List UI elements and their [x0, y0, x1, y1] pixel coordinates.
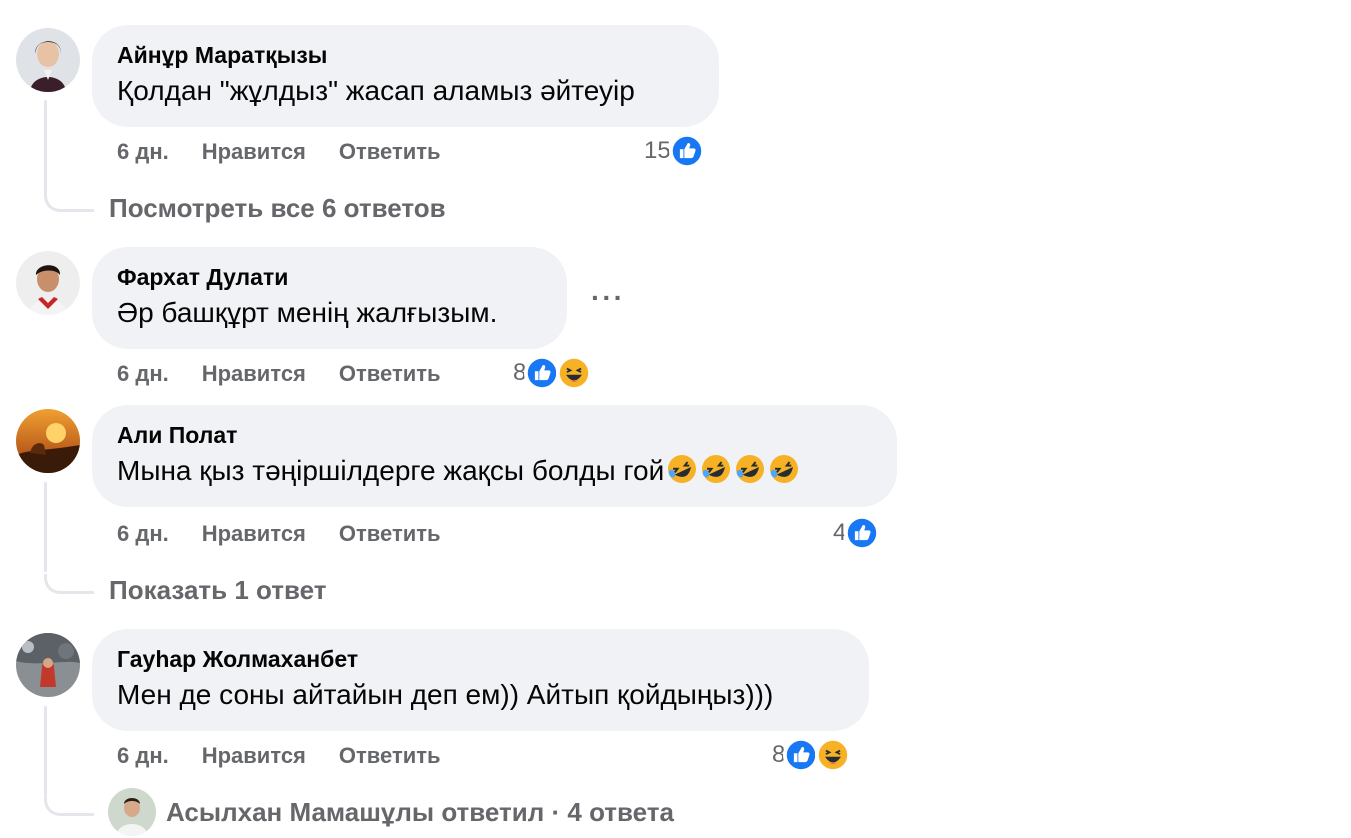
- like-button[interactable]: Нравится: [202, 742, 306, 770]
- rofl-icon: [700, 453, 732, 485]
- comment-bubble: Айнұр Маратқызы Қолдан "жұлдыз" жасап ал…: [92, 25, 719, 127]
- view-replies-link[interactable]: Асылхан Мамашұлы ответил · 4 ответа: [166, 796, 674, 828]
- like-button[interactable]: Нравится: [202, 360, 306, 388]
- reply-button[interactable]: Ответить: [339, 520, 441, 548]
- reactions-summary[interactable]: 8: [513, 355, 593, 391]
- comment-text: Мен де соны айтайын деп ем)) Айтып қойды…: [117, 679, 774, 710]
- thread-connector: [44, 574, 94, 594]
- comment-time[interactable]: 6 дн.: [117, 742, 169, 770]
- reactions-summary[interactable]: 4: [833, 515, 881, 551]
- comment-time[interactable]: 6 дн.: [117, 138, 169, 166]
- thread-line: [44, 482, 47, 572]
- reply-button[interactable]: Ответить: [339, 742, 441, 770]
- comment-text: Мына қыз тәңіршілдерге жақсы болды гой: [117, 451, 871, 491]
- comment-actions: 6 дн. Нравится Ответить: [117, 360, 474, 388]
- comment-author[interactable]: Гауһар Жолмаханбет: [117, 645, 843, 673]
- reactions-summary[interactable]: 8: [772, 737, 852, 773]
- reply-button[interactable]: Ответить: [339, 138, 441, 166]
- like-reaction-icon: [668, 133, 705, 169]
- avatar[interactable]: [16, 28, 80, 92]
- comment-bubble: Фархат Дулати Әр башқұрт менің жалғызым.: [92, 247, 567, 349]
- view-replies-link[interactable]: Показать 1 ответ: [109, 574, 326, 606]
- view-replies-link[interactable]: Посмотреть все 6 ответов: [109, 192, 446, 224]
- comment-author[interactable]: Фархат Дулати: [117, 263, 541, 291]
- like-button[interactable]: Нравится: [202, 520, 306, 548]
- rofl-icon: [768, 453, 800, 485]
- comment-actions: 6 дн. Нравится Ответить: [117, 520, 474, 548]
- comment-bubble: Гауһар Жолмаханбет Мен де соны айтайын д…: [92, 629, 869, 731]
- like-reaction-icon: [844, 515, 881, 551]
- thread-line: [44, 706, 47, 796]
- avatar[interactable]: [16, 409, 80, 473]
- comment-author[interactable]: Али Полат: [117, 421, 871, 449]
- like-reaction-icon: [783, 737, 820, 773]
- comment-time[interactable]: 6 дн.: [117, 520, 169, 548]
- thread-connector: [44, 192, 94, 212]
- comment-text: Қолдан "жұлдыз" жасап аламыз әйтеуір: [117, 75, 635, 106]
- avatar[interactable]: [16, 633, 80, 697]
- haha-reaction-icon: [556, 355, 593, 391]
- comment-bubble: Али Полат Мына қыз тәңіршілдерге жақсы б…: [92, 405, 897, 507]
- thread-line: [44, 100, 47, 196]
- thread-connector: [44, 796, 94, 816]
- comment-actions: 6 дн. Нравится Ответить: [117, 742, 474, 770]
- rofl-icon: [734, 453, 766, 485]
- avatar[interactable]: [16, 251, 80, 315]
- like-reaction-icon: [524, 355, 561, 391]
- reply-button[interactable]: Ответить: [339, 360, 441, 388]
- reaction-count: 15: [644, 137, 671, 164]
- rofl-icon: [666, 453, 698, 485]
- comment-text: Әр башқұрт менің жалғызым.: [117, 297, 498, 328]
- reply-avatar[interactable]: [108, 788, 156, 836]
- comment-time[interactable]: 6 дн.: [117, 360, 169, 388]
- like-button[interactable]: Нравится: [202, 138, 306, 166]
- comment-text-content: Мына қыз тәңіршілдерге жақсы болды гой: [117, 455, 665, 486]
- comment-author[interactable]: Айнұр Маратқызы: [117, 41, 693, 69]
- more-options-icon[interactable]: ···: [591, 282, 625, 314]
- comment-actions: 6 дн. Нравится Ответить: [117, 138, 474, 166]
- haha-reaction-icon: [815, 737, 852, 773]
- reactions-summary[interactable]: 15: [644, 133, 705, 169]
